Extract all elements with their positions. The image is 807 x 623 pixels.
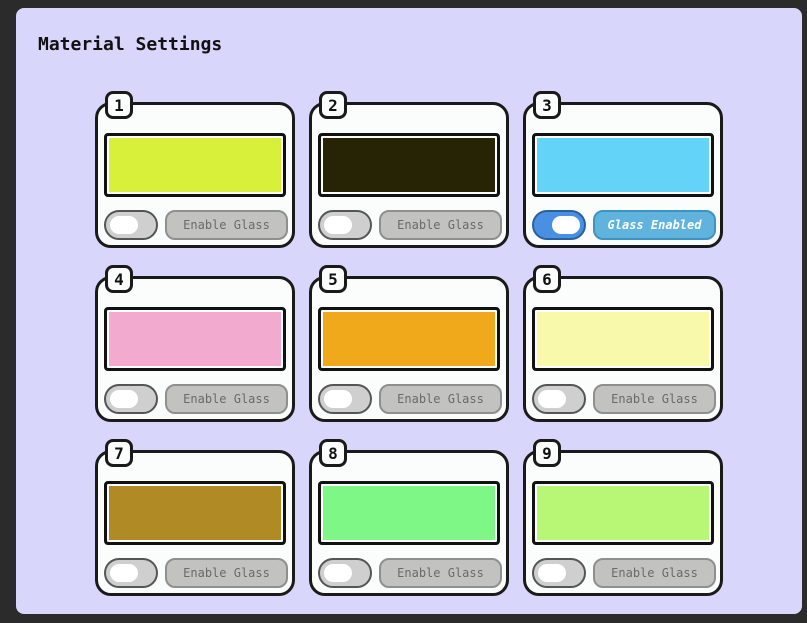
- color-swatch[interactable]: [104, 481, 286, 545]
- color-swatch[interactable]: [532, 481, 714, 545]
- color-swatch[interactable]: [104, 133, 286, 197]
- material-card-6: 6 Enable Glass: [523, 265, 723, 422]
- glass-toggle[interactable]: [532, 210, 586, 240]
- enable-glass-button[interactable]: Enable Glass: [379, 558, 502, 588]
- material-card-2: 2 Enable Glass: [309, 91, 509, 248]
- toggle-knob: [538, 564, 566, 582]
- enable-glass-button[interactable]: Enable Glass: [165, 210, 288, 240]
- glass-toggle[interactable]: [318, 210, 372, 240]
- material-card-9: 9 Enable Glass: [523, 439, 723, 596]
- material-card-3: 3 Glass Enabled: [523, 91, 723, 248]
- color-swatch[interactable]: [318, 481, 500, 545]
- enable-glass-button[interactable]: Enable Glass: [593, 384, 716, 414]
- glass-toggle[interactable]: [318, 558, 372, 588]
- enable-glass-button[interactable]: Enable Glass: [165, 384, 288, 414]
- material-number-badge: 1: [105, 91, 133, 119]
- glass-toggle[interactable]: [104, 558, 158, 588]
- toggle-knob: [110, 564, 138, 582]
- toggle-knob: [324, 564, 352, 582]
- toggle-knob: [110, 390, 138, 408]
- enable-glass-button[interactable]: Glass Enabled: [593, 210, 716, 240]
- color-swatch[interactable]: [104, 307, 286, 371]
- material-number-badge: 7: [105, 439, 133, 467]
- page-title: Material Settings: [38, 34, 223, 55]
- material-number-badge: 9: [533, 439, 561, 467]
- material-grid: 1 Enable Glass 2 Enable Glass 3 Glass Enabled…: [95, 91, 723, 596]
- glass-toggle[interactable]: [532, 558, 586, 588]
- material-settings-panel: Material Settings 1 Enable Glass 2 Enable G…: [16, 8, 802, 614]
- enable-glass-button[interactable]: Enable Glass: [165, 558, 288, 588]
- material-number-badge: 6: [533, 265, 561, 293]
- toggle-knob: [110, 216, 138, 234]
- material-number-badge: 8: [319, 439, 347, 467]
- color-swatch[interactable]: [318, 133, 500, 197]
- material-number-badge: 3: [533, 91, 561, 119]
- material-card-4: 4 Enable Glass: [95, 265, 295, 422]
- color-swatch[interactable]: [318, 307, 500, 371]
- material-number-badge: 5: [319, 265, 347, 293]
- material-card-8: 8 Enable Glass: [309, 439, 509, 596]
- toggle-knob: [324, 390, 352, 408]
- toggle-knob: [538, 390, 566, 408]
- toggle-knob: [552, 216, 580, 234]
- material-card-7: 7 Enable Glass: [95, 439, 295, 596]
- glass-toggle[interactable]: [532, 384, 586, 414]
- glass-toggle[interactable]: [104, 384, 158, 414]
- toggle-knob: [324, 216, 352, 234]
- enable-glass-button[interactable]: Enable Glass: [593, 558, 716, 588]
- glass-toggle[interactable]: [318, 384, 372, 414]
- glass-toggle[interactable]: [104, 210, 158, 240]
- enable-glass-button[interactable]: Enable Glass: [379, 210, 502, 240]
- enable-glass-button[interactable]: Enable Glass: [379, 384, 502, 414]
- material-number-badge: 4: [105, 265, 133, 293]
- material-number-badge: 2: [319, 91, 347, 119]
- color-swatch[interactable]: [532, 133, 714, 197]
- material-card-5: 5 Enable Glass: [309, 265, 509, 422]
- color-swatch[interactable]: [532, 307, 714, 371]
- material-card-1: 1 Enable Glass: [95, 91, 295, 248]
